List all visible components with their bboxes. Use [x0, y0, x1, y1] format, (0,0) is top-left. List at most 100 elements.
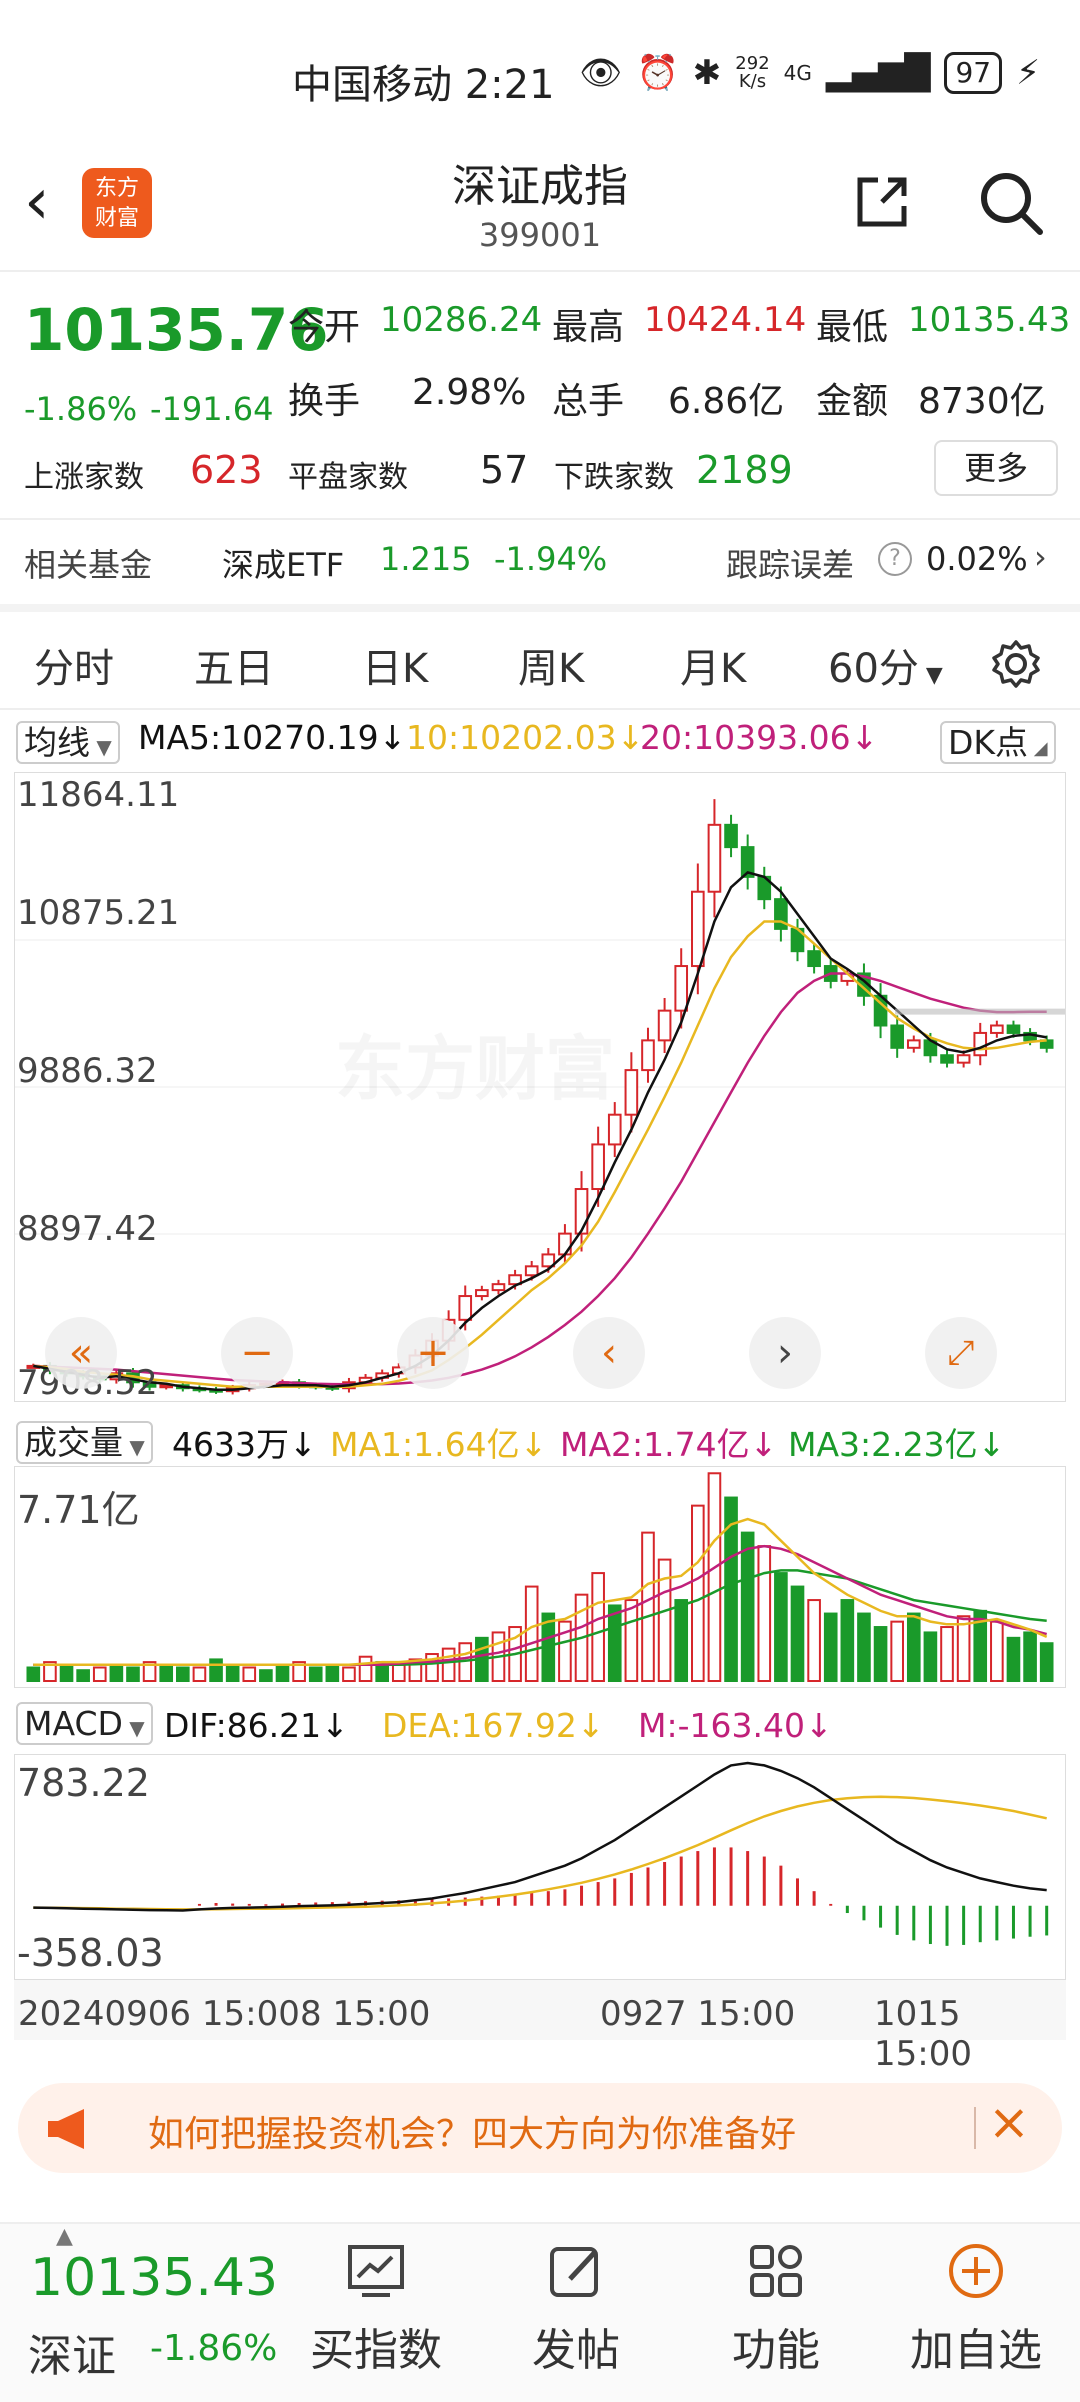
- header-divider: [0, 270, 1080, 272]
- macd-chart[interactable]: 783.22 -358.03: [14, 1754, 1066, 1980]
- zoom-in-button[interactable]: +: [397, 1317, 469, 1389]
- watermark: 东方财富: [335, 1013, 615, 1114]
- price-axis-label: 8897.42: [17, 1209, 158, 1249]
- macd-svg: [33, 1761, 1049, 1946]
- volume-bar: [1039, 1642, 1054, 1682]
- up-count-label: 上涨家数: [24, 460, 144, 495]
- tab-five-day[interactable]: 五日: [194, 636, 274, 694]
- arrow-down-icon: ↓: [576, 1706, 605, 1745]
- volume-bar: [391, 1663, 406, 1683]
- tab-weekly-k[interactable]: 周K: [518, 636, 584, 694]
- fund-price: 1.215: [380, 540, 472, 578]
- candle-body: [724, 823, 738, 849]
- dropdown-icon: ▼: [122, 1716, 145, 1740]
- up-count-value: 623: [190, 448, 263, 492]
- add-watchlist-button[interactable]: 加自选: [896, 2238, 1056, 2378]
- tab-60min-label: 60分: [828, 646, 919, 692]
- volume-bar: [740, 1531, 755, 1682]
- scroll-right-button[interactable]: ›: [749, 1317, 821, 1389]
- volume-bar: [691, 1504, 705, 1682]
- rewind-fast-button[interactable]: «: [45, 1317, 117, 1389]
- candle-body: [657, 1009, 672, 1042]
- functions-label: 功能: [732, 2325, 820, 2376]
- candle-body: [641, 1039, 655, 1072]
- fund-name: 深成ETF: [222, 546, 345, 584]
- eye-icon: 👁: [579, 53, 623, 93]
- search-icon[interactable]: [976, 168, 1046, 238]
- candle-body: [558, 1232, 572, 1256]
- macd-dif-text: DIF:86.21: [164, 1706, 322, 1745]
- arrow-down-icon: ↓: [749, 1425, 778, 1464]
- volume-bar: [192, 1666, 207, 1683]
- volume-label: 总手: [552, 381, 625, 422]
- signal-icon: ▂▄▆█: [825, 53, 931, 93]
- related-fund-row[interactable]: 相关基金 深成ETF 1.215 -1.94% 跟踪误差 ? 0.02% ›: [0, 520, 1080, 606]
- ma10-value: 10:10202.03↓: [406, 718, 644, 757]
- candle-body: [624, 1069, 639, 1116]
- macd-select[interactable]: MACD ▼: [16, 1702, 153, 1745]
- volume-select[interactable]: 成交量 ▼: [16, 1416, 153, 1464]
- kline-chart[interactable]: 东方财富 11864.11 10875.21 9886.32 8897.42 7…: [14, 772, 1066, 1403]
- tab-monthly-k[interactable]: 月K: [680, 636, 746, 694]
- promo-banner[interactable]: 如何把握投资机会？四大方向为你准备好 ×: [18, 2083, 1062, 2173]
- post-button[interactable]: 发帖: [496, 2238, 656, 2378]
- charging-icon: ⚡: [1016, 53, 1040, 93]
- scroll-left-button[interactable]: ‹: [573, 1317, 645, 1389]
- tab-60min[interactable]: 60分 ▼: [828, 636, 943, 694]
- more-button[interactable]: 更多: [934, 440, 1058, 496]
- volume-current-text: 4633万: [172, 1425, 289, 1464]
- help-icon[interactable]: ?: [878, 542, 912, 576]
- network-type: 4G: [783, 61, 812, 85]
- macd-axis-top: 783.22: [17, 1761, 150, 1805]
- bottom-bar: ▲ 10135.43 深证 -1.86% 买指数 发帖 功能 加自选: [0, 2222, 1080, 2402]
- time-label: 20240906 15:00: [18, 1994, 300, 2034]
- volume-ma3: MA3:2.23亿↓: [788, 1418, 1005, 1466]
- carrier-time: 中国移动 2:21: [292, 62, 555, 108]
- candle-body: [990, 1024, 1004, 1034]
- buy-index-button[interactable]: 买指数: [296, 2238, 456, 2378]
- chevron-right-icon: ›: [1034, 538, 1047, 576]
- volume-bar: [707, 1472, 722, 1683]
- bluetooth-icon: ✱: [692, 53, 722, 93]
- volume-bar: [92, 1666, 107, 1683]
- tab-daily-k[interactable]: 日K: [362, 636, 428, 694]
- volume-current: 4633万↓: [172, 1418, 317, 1466]
- amount-label: 金额: [816, 381, 889, 422]
- arrow-down-icon: ↓: [378, 718, 407, 757]
- volume-bar: [990, 1620, 1004, 1683]
- flat-count-value: 57: [480, 448, 529, 492]
- macd-dea-line: [33, 1795, 1047, 1911]
- candle-body: [807, 950, 821, 968]
- settings-gear-icon[interactable]: [990, 638, 1042, 690]
- bottom-price: 10135.43: [30, 2248, 279, 2308]
- candle-body: [591, 1143, 605, 1191]
- close-icon[interactable]: ×: [988, 2093, 1030, 2151]
- battery-indicator: 97: [944, 52, 1003, 94]
- volume-bar: [209, 1658, 223, 1682]
- ma-select[interactable]: 均线 ▼: [16, 716, 120, 764]
- candle-body: [691, 890, 705, 968]
- functions-button[interactable]: 功能: [696, 2238, 856, 2378]
- candle-body: [1006, 1024, 1021, 1034]
- volume-bar: [823, 1612, 838, 1683]
- share-icon[interactable]: [852, 172, 912, 232]
- time-label: 0927 15:00: [600, 1994, 796, 2034]
- zoom-out-button[interactable]: −: [221, 1317, 293, 1389]
- volume-bar: [591, 1572, 605, 1682]
- amount-value: 8730亿: [918, 381, 1046, 422]
- volume-svg: [26, 1472, 1054, 1683]
- price-axis-label: 9886.32: [17, 1051, 158, 1091]
- dk-point-label: DK点: [948, 723, 1029, 762]
- dk-point-button[interactable]: DK点 ◢: [940, 716, 1056, 764]
- price-axis-label: 11864.11: [17, 775, 180, 815]
- volume-bar: [275, 1663, 290, 1683]
- macd-select-label: MACD: [24, 1704, 123, 1743]
- ma20-text: 20:10393.06: [640, 718, 851, 757]
- volume-bar: [342, 1666, 356, 1683]
- tab-intraday[interactable]: 分时: [34, 636, 114, 694]
- volume-chart[interactable]: 7.71亿: [14, 1466, 1066, 1688]
- volume-bar: [524, 1585, 539, 1682]
- fullscreen-icon[interactable]: ⤢: [925, 1317, 997, 1389]
- tabs-divider: [0, 708, 1080, 710]
- volume-ma3-text: MA3:2.23亿: [788, 1425, 978, 1464]
